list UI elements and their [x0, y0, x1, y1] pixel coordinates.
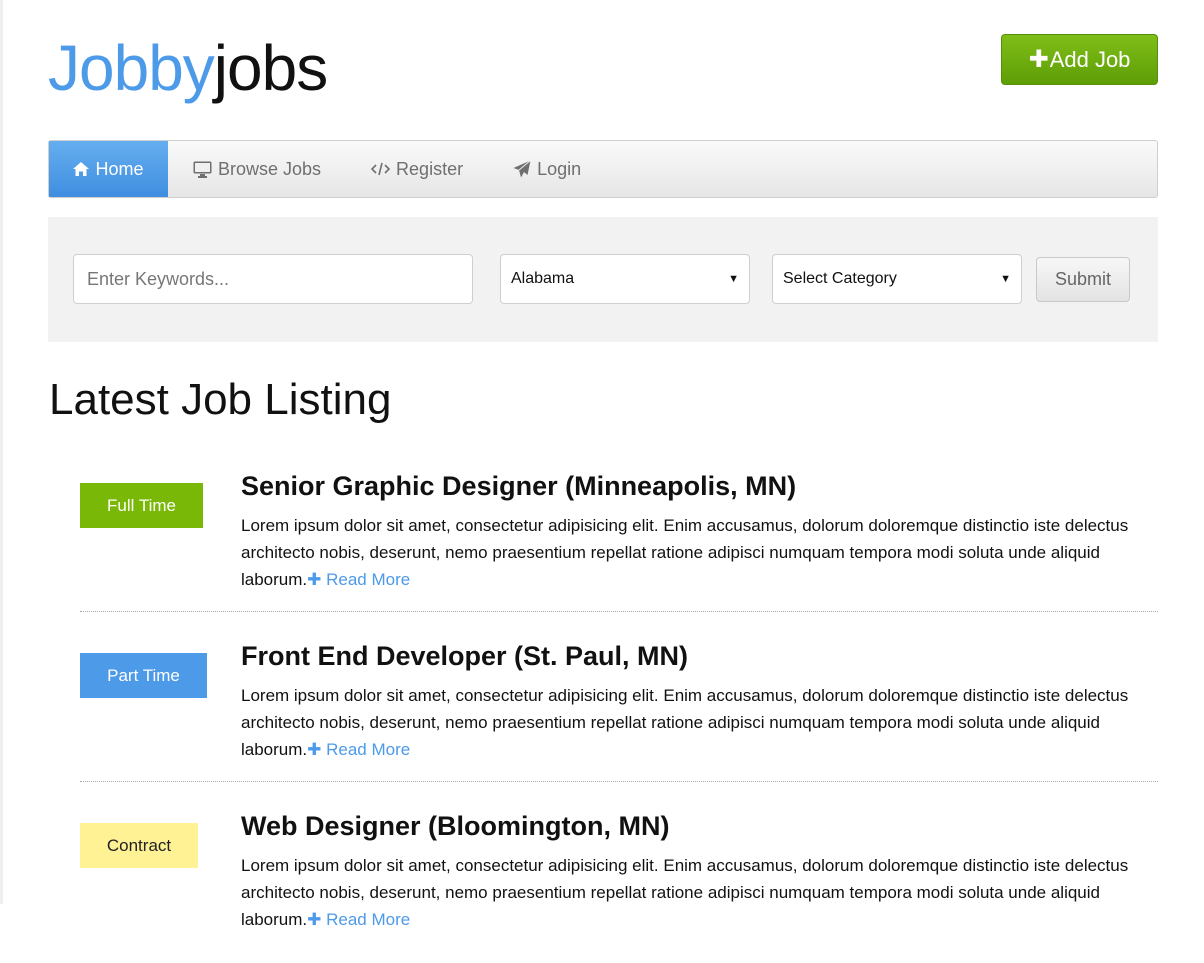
- section-title: Latest Job Listing: [49, 375, 392, 424]
- job-listing-item: Contract Web Designer (Bloomington, MN) …: [80, 794, 1158, 951]
- logo-part-2: jobs: [213, 32, 328, 104]
- state-select-value: Alabama: [511, 270, 575, 287]
- read-more-link[interactable]: ✚ Read More: [307, 570, 410, 589]
- code-icon: [371, 162, 391, 176]
- caret-down-icon: ▼: [1000, 273, 1011, 285]
- read-more-link[interactable]: ✚ Read More: [307, 910, 410, 929]
- job-body: Senior Graphic Designer (Minneapolis, MN…: [241, 468, 1141, 593]
- nav-item-home[interactable]: Home: [49, 141, 168, 197]
- job-description: Lorem ipsum dolor sit amet, consectetur …: [241, 512, 1141, 593]
- add-job-label: Add Job: [1049, 46, 1131, 72]
- home-icon: [73, 162, 90, 176]
- keywords-input[interactable]: [73, 254, 473, 304]
- nav-item-browse-jobs[interactable]: Browse Jobs: [168, 141, 346, 197]
- job-listing-item: Part Time Front End Developer (St. Paul,…: [80, 624, 1158, 782]
- job-body: Front End Developer (St. Paul, MN) Lorem…: [241, 638, 1141, 763]
- job-title: Senior Graphic Designer (Minneapolis, MN…: [241, 471, 797, 501]
- nav-label-register: Register: [396, 158, 464, 179]
- nav-item-register[interactable]: Register: [346, 141, 488, 197]
- monitor-icon: [193, 161, 212, 178]
- plus-icon: ✚: [1028, 46, 1049, 73]
- plus-icon: ✚: [307, 570, 322, 589]
- job-listing-item: Full Time Senior Graphic Designer (Minne…: [80, 454, 1158, 612]
- job-search-panel: Alabama ▼ Select Category ▼ Submit: [48, 217, 1158, 342]
- read-more-link[interactable]: ✚ Read More: [307, 740, 410, 759]
- nav-label-login: Login: [537, 158, 582, 179]
- job-type-badge: Contract: [80, 823, 198, 868]
- state-select[interactable]: Alabama ▼: [500, 254, 750, 304]
- read-more-label: Read More: [326, 910, 411, 929]
- site-logo[interactable]: Jobbyjobs: [48, 28, 328, 108]
- read-more-label: Read More: [326, 740, 411, 759]
- caret-down-icon: ▼: [728, 273, 739, 285]
- read-more-label: Read More: [326, 570, 411, 589]
- add-job-button[interactable]: ✚ Add Job: [1001, 34, 1158, 85]
- job-description: Lorem ipsum dolor sit amet, consectetur …: [241, 682, 1141, 763]
- job-body: Web Designer (Bloomington, MN) Lorem ips…: [241, 808, 1141, 933]
- nav-label-browse-jobs: Browse Jobs: [218, 158, 322, 179]
- submit-button[interactable]: Submit: [1036, 257, 1130, 302]
- job-type-badge: Part Time: [80, 653, 207, 698]
- paper-plane-icon: [513, 160, 531, 178]
- nav-label-home: Home: [95, 158, 144, 179]
- job-description: Lorem ipsum dolor sit amet, consectetur …: [241, 852, 1141, 933]
- site-header: Jobbyjobs ✚ Add Job: [48, 0, 1158, 140]
- job-listings: Full Time Senior Graphic Designer (Minne…: [80, 454, 1158, 963]
- nav-item-login[interactable]: Login: [488, 141, 606, 197]
- plus-icon: ✚: [307, 740, 322, 759]
- job-type-badge: Full Time: [80, 483, 203, 528]
- page-left-edge: [0, 0, 3, 904]
- category-select[interactable]: Select Category ▼: [772, 254, 1022, 304]
- page-container: Jobbyjobs ✚ Add Job Home Browse Jobs Regi…: [48, 0, 1158, 929]
- category-select-value: Select Category: [783, 270, 897, 287]
- main-navbar: Home Browse Jobs Register Login: [48, 140, 1158, 198]
- job-title: Web Designer (Bloomington, MN): [241, 811, 670, 841]
- job-title: Front End Developer (St. Paul, MN): [241, 641, 689, 671]
- logo-part-1: Jobby: [48, 32, 215, 104]
- plus-icon: ✚: [307, 910, 322, 929]
